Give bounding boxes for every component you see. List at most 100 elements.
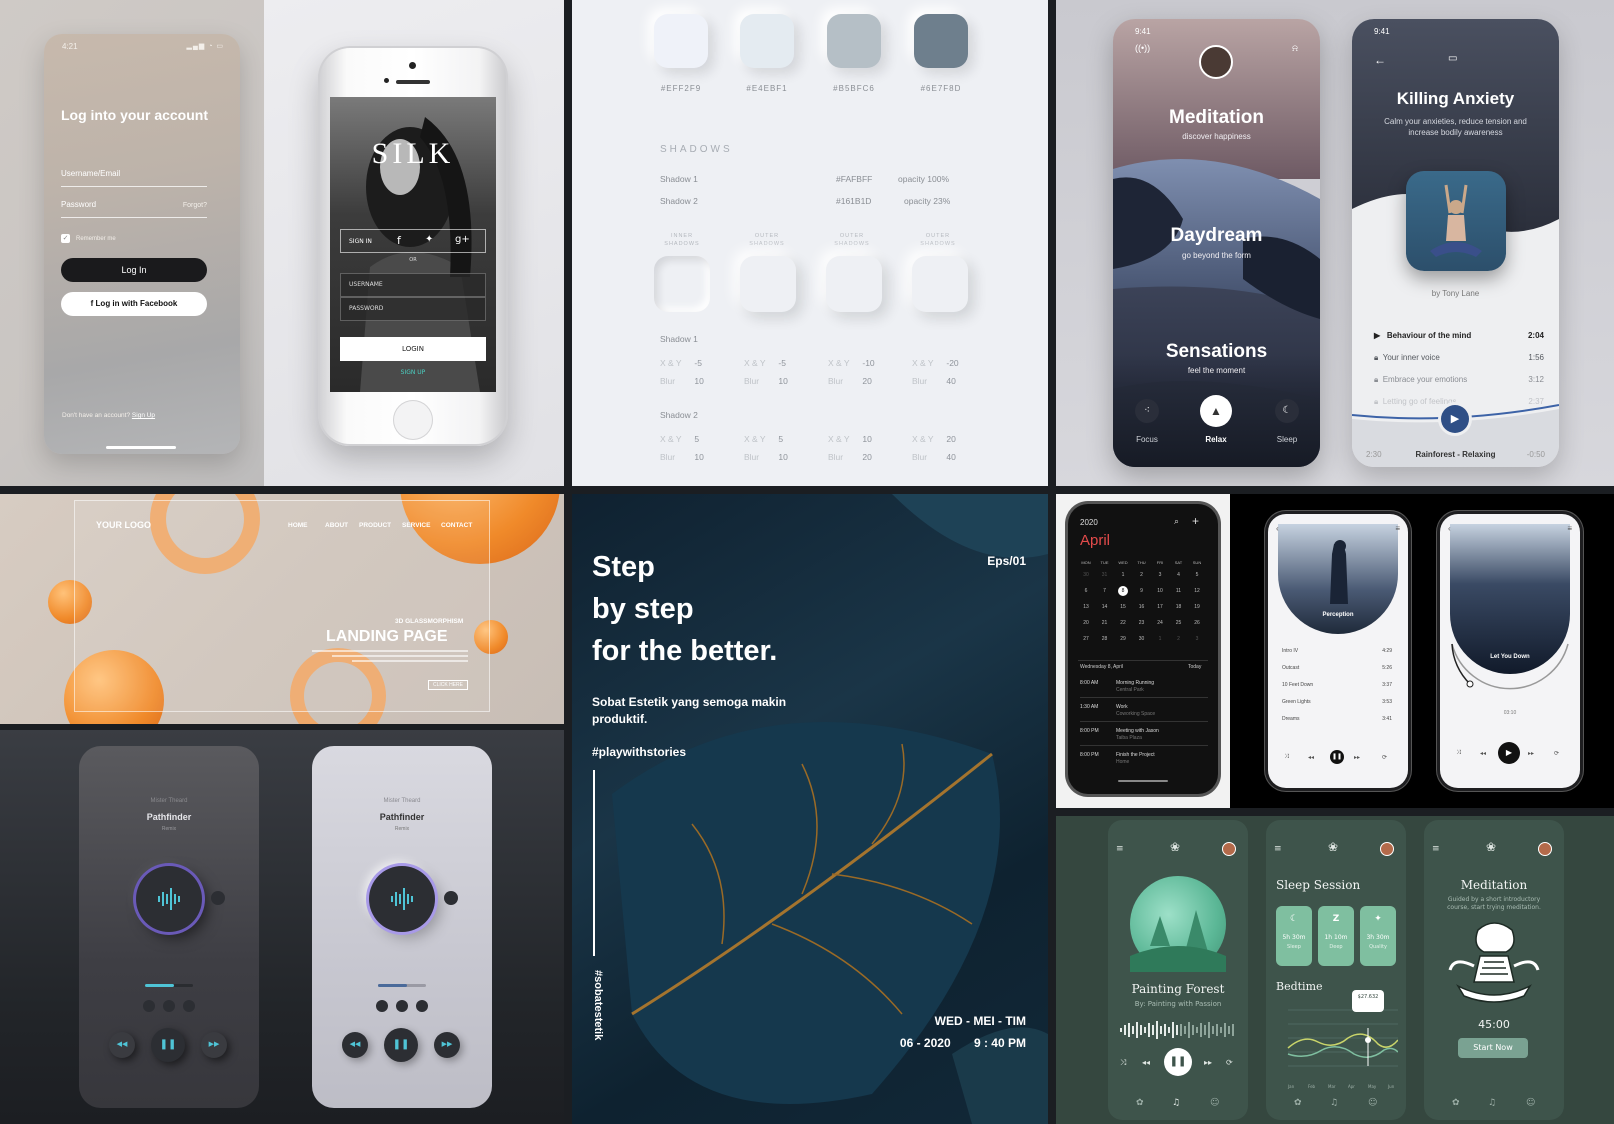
forgot-password-link[interactable]: Forgot? — [183, 202, 207, 209]
meditation-title[interactable]: Meditation — [1113, 107, 1320, 129]
calendar-day[interactable]: 31 — [1097, 570, 1113, 580]
avatar[interactable] — [1222, 842, 1236, 856]
bell-icon[interactable]: ⍾ — [1292, 43, 1298, 54]
agenda-event[interactable]: 1:30 AM Work Coworking Space — [1080, 700, 1208, 722]
logo[interactable]: YOUR LOGO — [96, 520, 151, 530]
track-row[interactable]: Green Lights 3:53 — [1282, 699, 1392, 705]
nav-profile-icon[interactable]: ☺ — [1526, 1098, 1535, 1108]
silk-username-input[interactable]: USERNAME — [340, 273, 486, 297]
username-field[interactable]: Username/Email — [61, 169, 207, 187]
next-icon[interactable]: ▶▶ — [434, 1032, 460, 1058]
calendar-day[interactable]: 2 — [1171, 634, 1187, 644]
nav-music-icon[interactable]: ♫ — [1488, 1098, 1496, 1108]
waveform-knob[interactable] — [136, 866, 202, 932]
play-button[interactable]: ▶ — [1441, 405, 1469, 433]
menu-icon[interactable]: ≡ — [1274, 844, 1282, 854]
previous-icon[interactable]: ◂◂ — [1480, 750, 1486, 757]
pause-icon[interactable]: ❚❚ — [1164, 1048, 1192, 1076]
avatar[interactable] — [1538, 842, 1552, 856]
signup-link[interactable]: Sign Up — [132, 412, 155, 419]
radio-icon[interactable]: ((•)) — [1135, 43, 1150, 53]
calendar-day[interactable]: 8 — [1118, 586, 1128, 596]
calendar-day[interactable]: 15 — [1115, 602, 1131, 612]
sleep-stat-card[interactable]: ✦ 3h 30m Quality — [1360, 906, 1396, 966]
shuffle-icon[interactable] — [376, 1000, 388, 1012]
previous-icon[interactable]: ◀◀ — [342, 1032, 368, 1058]
calendar-day[interactable]: 10 — [1152, 586, 1168, 596]
track-row[interactable]: Dreams 3:41 — [1282, 716, 1392, 722]
queue-icon[interactable] — [183, 1000, 195, 1012]
calendar-day[interactable]: 25 — [1171, 618, 1187, 628]
back-icon[interactable]: ‹ — [1448, 524, 1451, 533]
calendar-day[interactable]: 29 — [1115, 634, 1131, 644]
progress-arc[interactable] — [1444, 574, 1576, 714]
calendar-day[interactable]: 26 — [1189, 618, 1205, 628]
more-icon[interactable] — [211, 891, 225, 905]
agenda-event[interactable]: 8:00 AM Morning Running Central Park — [1080, 676, 1208, 698]
home-button[interactable] — [393, 400, 433, 440]
menu-icon[interactable]: ≡ — [1116, 844, 1124, 854]
track-row[interactable]: Intro IV 4:29 — [1282, 648, 1392, 654]
next-icon[interactable]: ▶▶ — [201, 1032, 227, 1058]
repeat-icon[interactable]: ⟳ — [1226, 1058, 1233, 1067]
facebook-icon[interactable]: f — [397, 234, 401, 247]
shuffle-icon[interactable]: ⤨ — [1120, 1058, 1126, 1068]
previous-icon[interactable]: ◂◂ — [1142, 1058, 1150, 1067]
mountain-icon[interactable]: ▲ — [1200, 395, 1232, 427]
nav-about[interactable]: ABOUT — [325, 522, 348, 529]
search-icon[interactable]: ⌕ — [1174, 516, 1179, 527]
track-row[interactable]: 🔒︎ Your inner voice 1:56 — [1374, 353, 1544, 367]
nav-service[interactable]: SERVICE — [402, 522, 430, 529]
shuffle-icon[interactable]: ⤨ — [1456, 750, 1461, 757]
calendar-day[interactable]: 21 — [1097, 618, 1113, 628]
calendar-day[interactable]: 7 — [1097, 586, 1113, 596]
sensations-title[interactable]: Sensations — [1113, 341, 1320, 363]
calendar-day[interactable]: 23 — [1134, 618, 1150, 628]
more-icon[interactable] — [444, 891, 458, 905]
calendar-day[interactable]: 16 — [1134, 602, 1150, 612]
agenda-today[interactable]: Today — [1188, 664, 1201, 670]
add-icon[interactable]: + — [1192, 514, 1199, 528]
track-row[interactable]: ▶ Behaviour of the mind 2:04 — [1374, 331, 1544, 345]
progress-track[interactable] — [378, 984, 426, 987]
progress-track[interactable] — [145, 984, 193, 987]
menu-icon[interactable]: ≡ — [1432, 844, 1440, 854]
focus-icon[interactable]: ⁖ — [1135, 399, 1159, 423]
play-icon[interactable]: ▶ — [1498, 742, 1520, 764]
agenda-event[interactable]: 8:00 PM Finish the Project Home — [1080, 748, 1208, 770]
facebook-login-button[interactable]: f Log in with Facebook — [61, 292, 207, 316]
nav-music-icon[interactable]: ♫ — [1172, 1098, 1180, 1108]
calendar-day[interactable]: 30 — [1078, 570, 1094, 580]
tab-focus[interactable]: Focus — [1122, 435, 1172, 444]
repeat-icon[interactable] — [163, 1000, 175, 1012]
calendar-day[interactable]: 18 — [1171, 602, 1187, 612]
next-icon[interactable]: ▸▸ — [1354, 754, 1360, 761]
pause-icon[interactable]: ❚❚ — [1330, 750, 1344, 764]
next-icon[interactable]: ▸▸ — [1204, 1058, 1212, 1067]
menu-icon[interactable]: ≡ — [1567, 524, 1572, 533]
track-row[interactable]: Outcast 5:26 — [1282, 665, 1392, 671]
calendar-day[interactable]: 19 — [1189, 602, 1205, 612]
avatar[interactable] — [1199, 45, 1233, 79]
shuffle-icon[interactable]: ⤨ — [1284, 754, 1289, 761]
daydream-title[interactable]: Daydream — [1113, 225, 1320, 247]
calendar-day[interactable]: 6 — [1078, 586, 1094, 596]
queue-icon[interactable] — [416, 1000, 428, 1012]
pause-icon[interactable]: ❚❚ — [151, 1028, 185, 1062]
menu-icon[interactable]: ≡ — [1395, 524, 1400, 533]
audio-waveform[interactable] — [1120, 1020, 1236, 1040]
repeat-icon[interactable]: ⟳ — [1554, 750, 1559, 757]
nav-home-icon[interactable]: ✿ — [1136, 1098, 1144, 1108]
avatar[interactable] — [1380, 842, 1394, 856]
google-plus-icon[interactable]: g+ — [455, 234, 470, 245]
calendar-day[interactable]: 30 — [1134, 634, 1150, 644]
calendar-day[interactable]: 22 — [1115, 618, 1131, 628]
silk-password-input[interactable]: PASSWORD — [340, 297, 486, 321]
repeat-icon[interactable] — [396, 1000, 408, 1012]
nav-home-icon[interactable]: ✿ — [1452, 1098, 1460, 1108]
nav-product[interactable]: PRODUCT — [359, 522, 391, 529]
calendar-day[interactable]: 5 — [1189, 570, 1205, 580]
next-icon[interactable]: ▸▸ — [1528, 750, 1534, 757]
tab-sleep[interactable]: Sleep — [1262, 435, 1312, 444]
track-row[interactable]: 🔒︎ Embrace your emotions 3:12 — [1374, 375, 1544, 389]
